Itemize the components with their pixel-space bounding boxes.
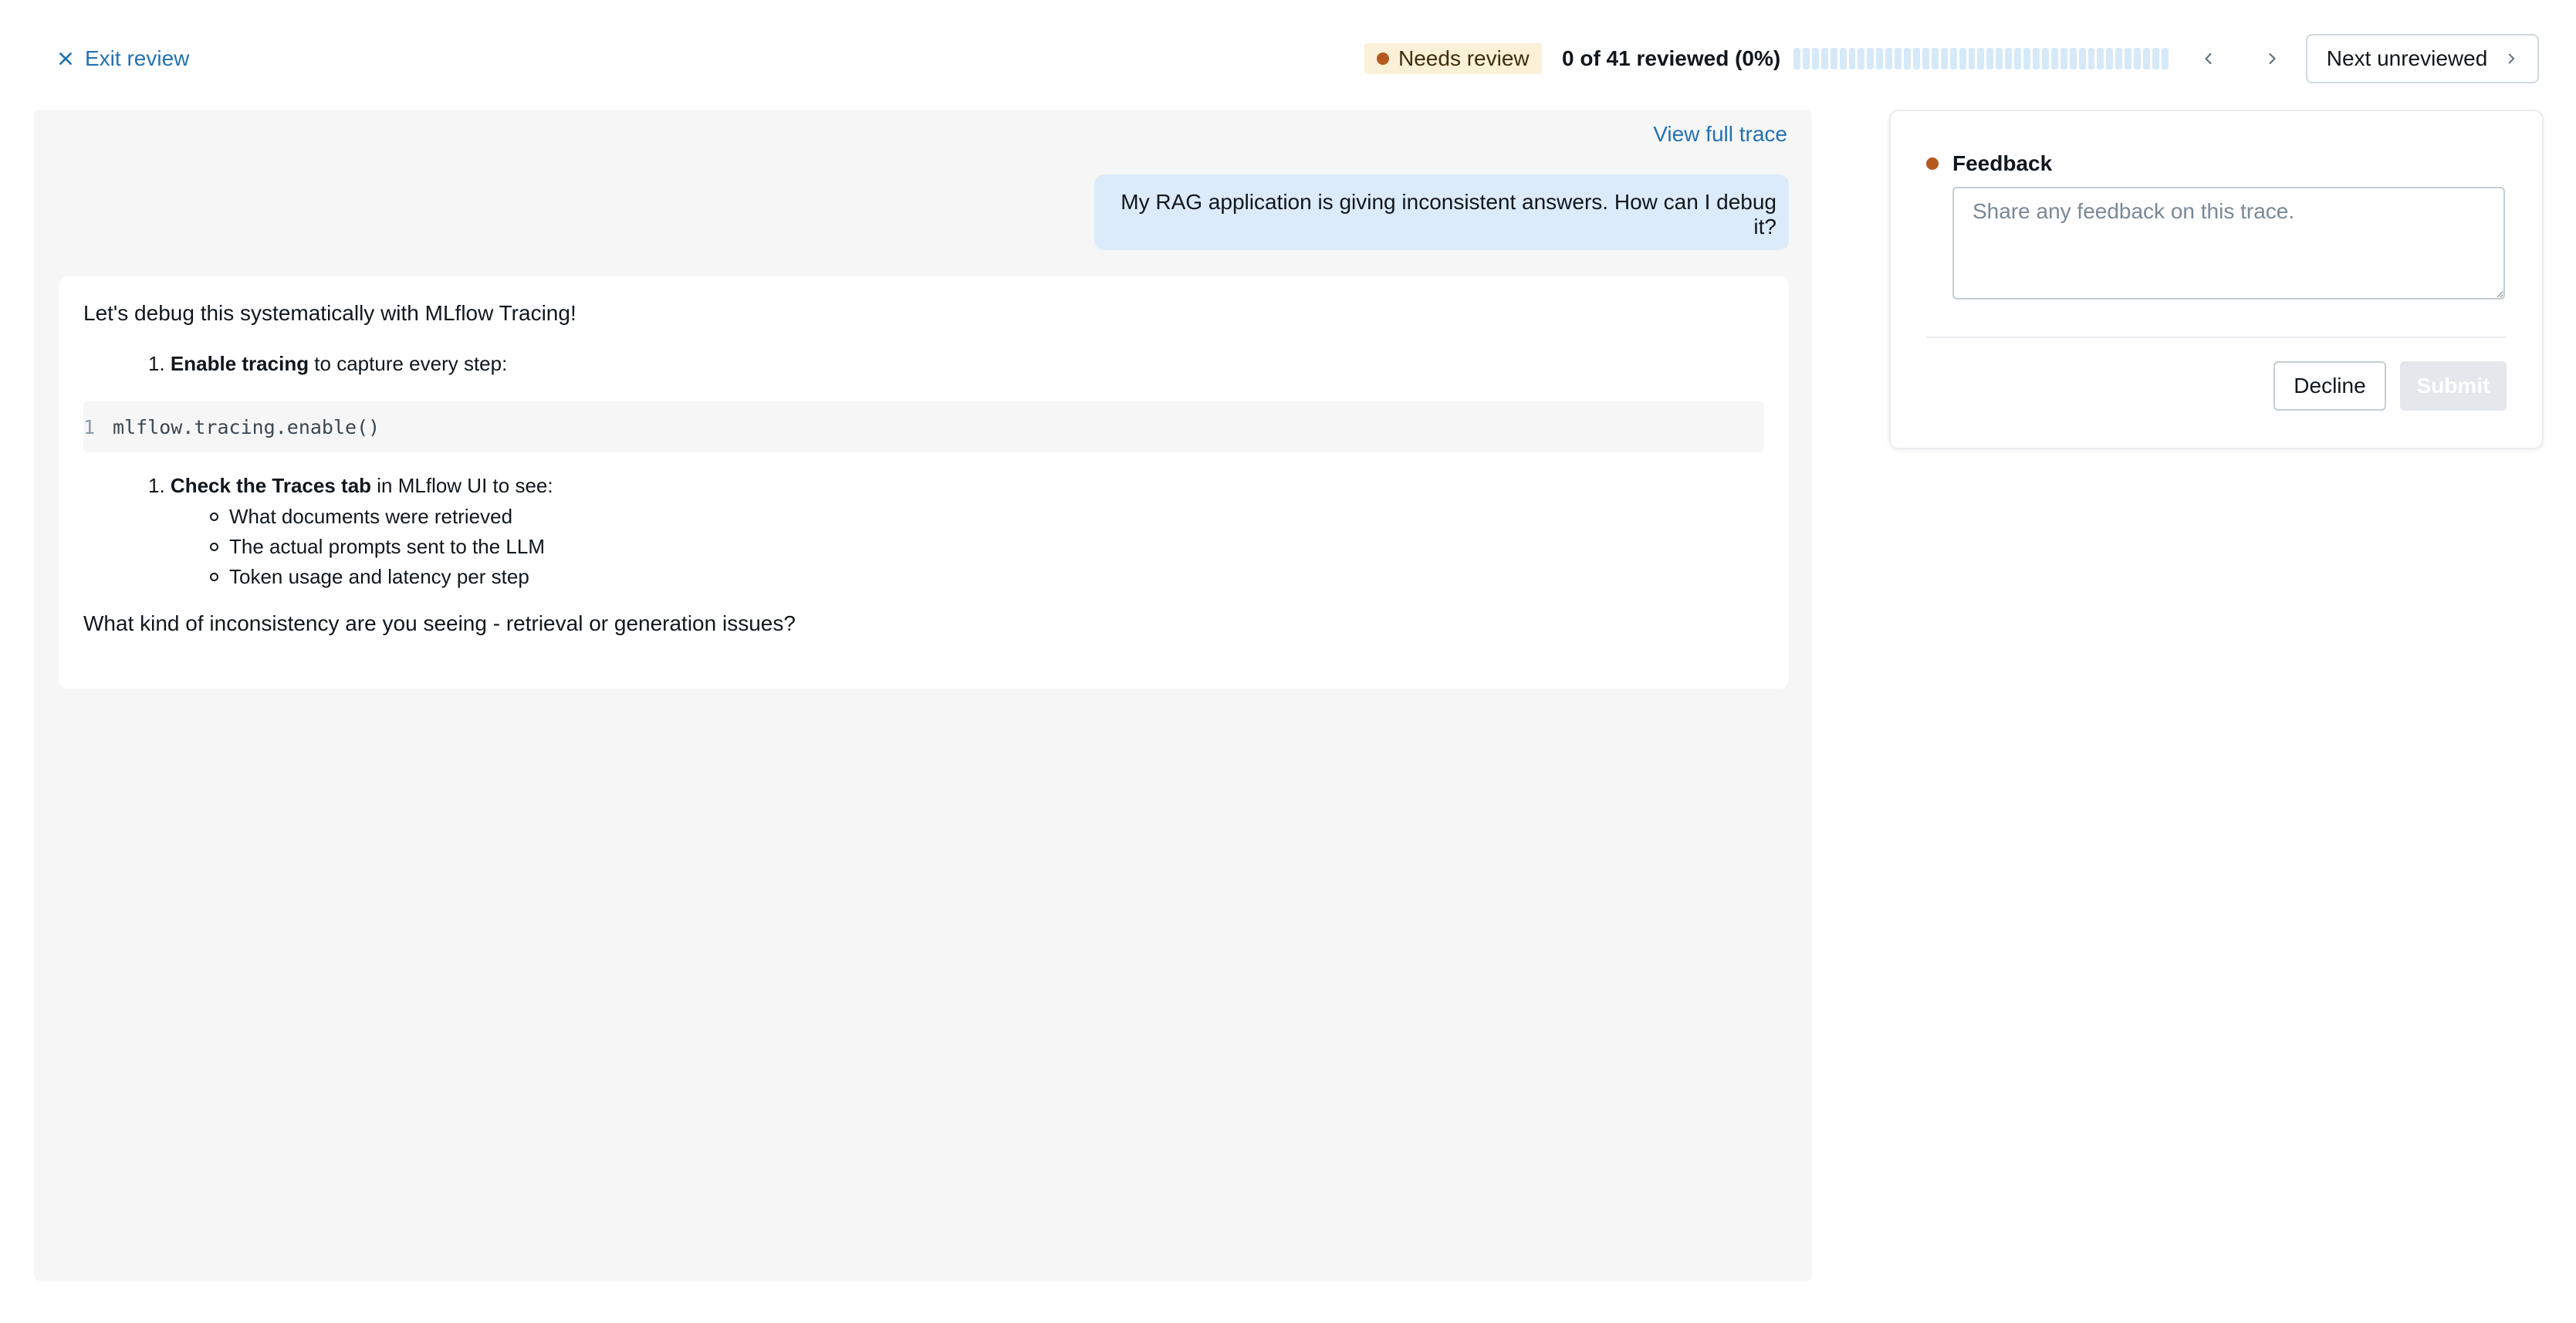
progress-segment: [2069, 48, 2077, 69]
step-two: 1. Check the Traces tab in MLflow UI to …: [148, 474, 553, 498]
code-block: 1 mlflow.tracing.enable(): [83, 401, 1764, 452]
progress-segment: [2143, 48, 2150, 69]
feedback-textarea[interactable]: [1952, 187, 2505, 299]
progress-segment: [2060, 48, 2067, 69]
step-one-number: 1.: [148, 352, 165, 375]
feedback-title-label: Feedback: [1952, 151, 2053, 175]
progress-segment: [1968, 48, 1976, 69]
feedback-panel: Feedback Decline Submit: [1889, 110, 2544, 449]
progress-segment: [2106, 48, 2114, 69]
list-item-text: Token usage and latency per step: [229, 565, 529, 588]
trace-conversation-panel: View full trace My RAG application is gi…: [34, 110, 1812, 1281]
progress-segment: [1940, 48, 1948, 69]
previous-trace-button[interactable]: [2193, 43, 2224, 74]
progress-segment: [2078, 48, 2086, 69]
status-dot-icon: [1926, 157, 1939, 170]
progress-segment: [1904, 48, 1911, 69]
progress-segment: [2152, 48, 2159, 69]
step-two-bold: Check the Traces tab: [170, 474, 372, 497]
feedback-title: Feedback: [1926, 151, 2052, 176]
status-badge-label: Needs review: [1398, 46, 1530, 70]
progress-segment: [2023, 48, 2030, 69]
list-item-text: What documents were retrieved: [229, 505, 513, 528]
progress-segment: [1811, 48, 1819, 69]
chevron-right-icon: [2269, 52, 2276, 65]
decline-button[interactable]: Decline: [2273, 361, 2386, 411]
bullet-icon: [210, 543, 218, 551]
list-item: What documents were retrieved: [210, 505, 512, 529]
progress-segment: [1922, 48, 1929, 69]
step-one-bold: Enable tracing: [170, 352, 309, 375]
status-dot-icon: [1377, 52, 1389, 65]
progress-segment: [1986, 48, 1994, 69]
progress-segment: [1959, 48, 1966, 69]
progress-segment: [1848, 48, 1856, 69]
step-one: 1. Enable tracing to capture every step:: [148, 352, 507, 376]
status-badge: Needs review: [1364, 43, 1542, 74]
next-trace-button[interactable]: [2257, 43, 2287, 74]
progress-segment: [2050, 48, 2058, 69]
progress-segment: [2032, 48, 2040, 69]
progress-segment: [2161, 48, 2169, 69]
progress-segment: [1839, 48, 1847, 69]
progress-segment: [1912, 48, 1920, 69]
progress-segment: [1876, 48, 1884, 69]
chevron-left-icon: [2205, 52, 2212, 65]
bullet-icon: [210, 573, 218, 581]
assistant-message-card: Let's debug this systematically with MLf…: [59, 276, 1789, 689]
progress-segment: [2097, 48, 2104, 69]
assistant-question: What kind of inconsistency are you seein…: [83, 611, 796, 635]
list-item: The actual prompts sent to the LLM: [210, 535, 545, 559]
progress-segment: [2014, 48, 2022, 69]
progress-segment: [2134, 48, 2142, 69]
assistant-intro: Let's debug this systematically with MLf…: [83, 301, 576, 325]
progress-segment: [1996, 48, 2003, 69]
review-toolbar: Exit review Needs review 0 of 41 reviewe…: [0, 0, 2576, 108]
divider: [1926, 337, 2507, 338]
progress-segment: [1867, 48, 1875, 69]
progress-segment: [1949, 48, 1957, 69]
progress-segment: [2041, 48, 2049, 69]
progress-segment: [1802, 48, 1810, 69]
progress-segment: [2088, 48, 2095, 69]
step-two-text: in MLflow UI to see:: [371, 474, 553, 497]
step-one-text: to capture every step:: [309, 352, 508, 375]
step-two-number: 1.: [148, 474, 165, 497]
submit-button[interactable]: Submit: [2400, 361, 2507, 411]
progress-segment: [1820, 48, 1828, 69]
code-line-number: 1: [83, 415, 96, 438]
progress-segment: [1931, 48, 1939, 69]
user-message-text: My RAG application is giving inconsisten…: [1121, 190, 1776, 239]
exit-review-label: Exit review: [85, 46, 190, 70]
progress-segment: [1793, 48, 1800, 69]
review-progress-bar: [1793, 48, 2169, 69]
list-item-text: The actual prompts sent to the LLM: [229, 535, 545, 558]
progress-segment: [2125, 48, 2132, 69]
progress-segment: [1895, 48, 1902, 69]
progress-text: 0 of 41 reviewed (0%): [1562, 46, 1781, 70]
progress-segment: [1885, 48, 1893, 69]
next-unreviewed-button[interactable]: Next unreviewed: [2306, 34, 2539, 83]
progress-segment: [1977, 48, 1985, 69]
list-item: Token usage and latency per step: [210, 565, 529, 589]
exit-review-button[interactable]: Exit review: [57, 43, 189, 74]
bullet-icon: [210, 513, 218, 521]
progress-segment: [1858, 48, 1865, 69]
view-full-trace-link[interactable]: View full trace: [1653, 122, 1787, 147]
user-message-bubble: My RAG application is giving inconsisten…: [1094, 174, 1789, 250]
progress-segment: [1830, 48, 1837, 69]
chevron-right-icon: [2509, 53, 2515, 64]
code-line: mlflow.tracing.enable(): [113, 415, 380, 438]
progress-segment: [2005, 48, 2013, 69]
next-unreviewed-label: Next unreviewed: [2326, 46, 2488, 70]
close-icon: [59, 52, 72, 65]
progress-segment: [2115, 48, 2123, 69]
